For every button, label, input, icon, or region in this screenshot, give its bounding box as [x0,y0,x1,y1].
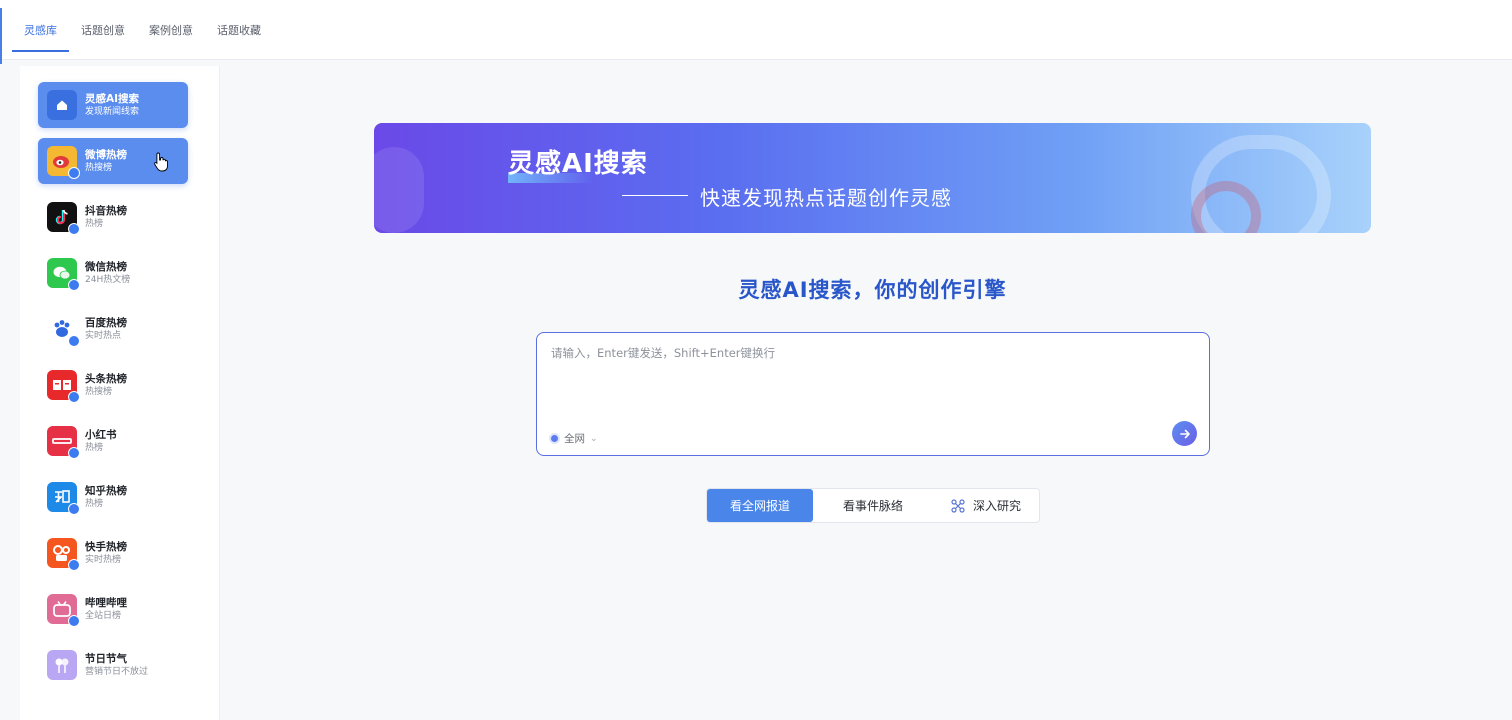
sidebar-item-zhihu[interactable]: 知乎热榜 热榜 [38,474,188,520]
hot-badge-icon [68,335,80,347]
search-scope-label: 全网 [564,433,585,445]
sidebar-item-subtitle: 24H热文榜 [85,275,131,285]
top-tab-bar: 灵感库 话题创意 案例创意 话题收藏 [0,0,1512,64]
mode-label: 看全网报道 [729,499,790,513]
sidebar-item-bilibili[interactable]: 哔哩哔哩 全站日榜 [38,586,188,632]
mode-event-timeline[interactable]: 看事件脉络 [813,489,933,522]
sidebar-item-subtitle: 热搜榜 [85,163,113,173]
search-mode-selector: 看全网报道 看事件脉络 深入研究 [706,488,1040,523]
sidebar-item-title: 小红书 [85,429,117,441]
send-button[interactable] [1172,421,1197,446]
sidebar-item-wechat[interactable]: 微信热榜 24H热文榜 [38,250,188,296]
sidebar-item-title: 微信热榜 [85,261,127,273]
tab-case-ideas[interactable]: 案例创意 [137,10,205,52]
sidebar-item-subtitle: 发现新闻线索 [85,107,140,117]
bilibili-icon [47,594,80,627]
sidebar-item-baidu[interactable]: 百度热榜 实时热点 [38,306,188,352]
tab-topic-ideas[interactable]: 话题创意 [69,10,137,52]
left-accent-line [0,8,2,64]
sidebar-item-subtitle: 热搜榜 [85,387,113,397]
hot-badge-icon [68,615,80,627]
mode-label: 看事件脉络 [842,499,903,513]
page-headline: 灵感AI搜索，你的创作引擎 [738,278,1007,302]
kuaishou-icon [47,538,80,571]
sidebar-item-subtitle: 热榜 [85,219,104,229]
xiaohongshu-icon [47,426,80,459]
chevron-down-icon: ⌄ [590,433,598,444]
sidebar-item-title: 哔哩哔哩 [85,597,127,609]
hot-badge-icon [68,223,80,235]
sidebar-item-title: 节日节气 [85,653,127,665]
hot-badge-icon [68,559,80,571]
scope-dot-icon [551,435,558,442]
hot-badge-icon [68,447,80,459]
wechat-icon [47,258,80,291]
sidebar-item-subtitle: 热榜 [85,443,104,453]
sidebar-item-title: 抖音热榜 [85,205,127,217]
sidebar-item-toutiao[interactable]: 头条热榜 热搜榜 [38,362,188,408]
mode-full-web-coverage[interactable]: 看全网报道 [707,489,813,522]
mode-deep-research[interactable]: 深入研究 [933,489,1039,522]
zhihu-icon [47,482,80,515]
sidebar-item-title: 灵感AI搜索 [85,93,140,105]
hot-badge-icon [68,391,80,403]
toutiao-icon [47,370,80,403]
sidebar-item-title: 快手热榜 [85,541,127,553]
baidu-icon [47,314,80,347]
sidebar-item-douyin[interactable]: 抖音热榜 热榜 [38,194,188,240]
sidebar-item-subtitle: 实时热点 [85,331,122,341]
home-icon [47,90,77,120]
search-scope-selector[interactable]: 全网 ⌄ [551,431,598,446]
arrow-right-icon [1179,429,1190,438]
sidebar-item-subtitle: 全站日榜 [85,611,122,621]
hand-pointer-cursor-icon [154,152,168,172]
sidebar-item-festival[interactable]: 节日节气 营销节日不放过 [38,642,188,688]
weibo-icon [47,146,80,179]
hot-badge-icon [68,167,80,179]
sidebar-item-subtitle: 热榜 [85,499,104,509]
banner-decoration [374,147,424,233]
hero-banner: 灵感AI搜索 快速发现热点话题创作灵感 [374,123,1371,233]
sidebar-item-title: 知乎热榜 [85,485,127,497]
sidebar-item-title: 百度热榜 [85,317,127,329]
sidebar-item-title: 头条热榜 [85,373,127,385]
search-box: 全网 ⌄ [536,332,1210,456]
tab-topic-favorites[interactable]: 话题收藏 [205,10,273,52]
hot-badge-icon [68,279,80,291]
search-input[interactable] [551,345,1191,425]
sidebar-item-kuaishou[interactable]: 快手热榜 实时热榜 [38,530,188,576]
douyin-icon [47,202,80,235]
tab-inspiration-library[interactable]: 灵感库 [12,10,69,52]
sidebar-item-xiaohongshu[interactable]: 小红书 热榜 [38,418,188,464]
network-nodes-icon [951,498,965,513]
banner-subtitle: 快速发现热点话题创作灵感 [700,186,952,210]
sidebar-item-subtitle: 实时热榜 [85,555,122,565]
banner-title: 灵感AI搜索 [508,149,648,179]
sidebar-item-subtitle: 营销节日不放过 [85,667,149,677]
hot-badge-icon [68,503,80,515]
festival-icon [47,650,77,680]
tab-list: 灵感库 话题创意 案例创意 话题收藏 [12,10,273,52]
banner-dash-line [622,195,688,196]
sidebar: 灵感AI搜索 发现新闻线索 微博热榜 热搜榜 抖音热榜 热榜 微信热榜 24H热… [20,66,220,720]
sidebar-item-title: 微博热榜 [85,149,127,161]
mode-label: 深入研究 [972,499,1021,513]
sidebar-item-ai-search[interactable]: 灵感AI搜索 发现新闻线索 [38,82,188,128]
